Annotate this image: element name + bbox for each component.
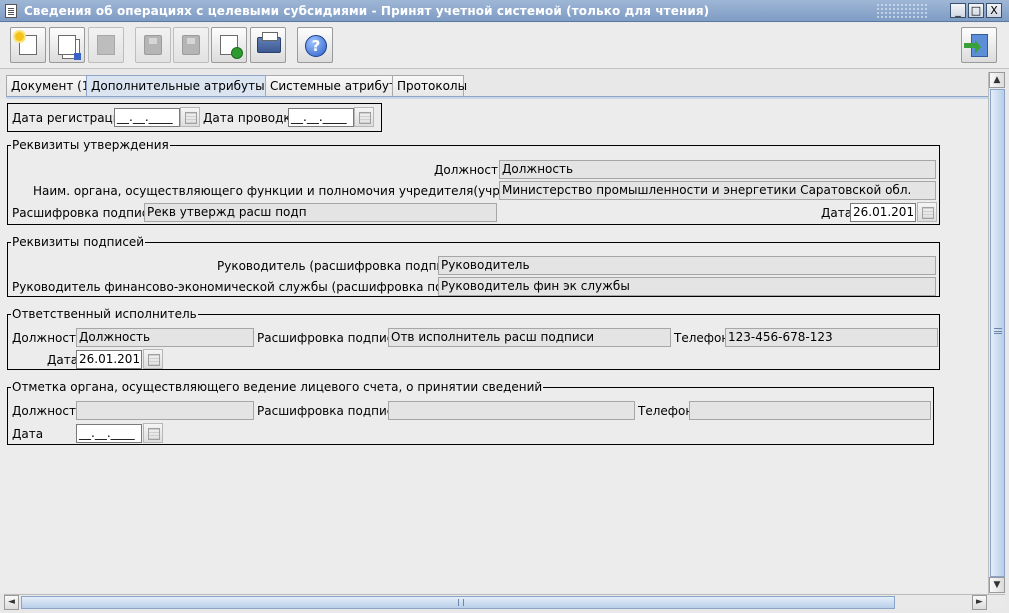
check-document-button[interactable]	[211, 27, 247, 63]
tab-additional-attributes[interactable]: Дополнительные атрибуты (2)	[86, 75, 285, 97]
posting-date-calendar-icon[interactable]	[354, 107, 374, 127]
scroll-right-button[interactable]: ►	[972, 595, 987, 610]
signatures-legend: Реквизиты подписей	[11, 235, 146, 249]
approval-date-calendar-icon[interactable]	[917, 202, 937, 222]
maximize-button[interactable]: □	[968, 3, 984, 18]
account-phone-field[interactable]	[689, 401, 931, 420]
save-close-button[interactable]	[173, 27, 209, 63]
approval-date-label: Дата	[821, 206, 853, 220]
executor-date-label: Дата	[47, 353, 79, 367]
reg-date-calendar-icon[interactable]	[180, 107, 200, 127]
horizontal-grip-icon	[458, 599, 464, 606]
approval-org-label: Наим. органа, осуществляющего функции и …	[33, 184, 562, 198]
tab-document[interactable]: Документ (1)	[6, 75, 94, 97]
account-position-field[interactable]	[76, 401, 254, 420]
approval-date-input[interactable]: 26.01.2012	[850, 203, 916, 222]
account-date-label: Дата	[12, 427, 44, 441]
form-content: Дата регистрации __.__.____ Дата проводк…	[0, 99, 988, 593]
account-signature-field[interactable]	[388, 401, 635, 420]
duplicate-button[interactable]	[88, 27, 124, 63]
executor-position-label: Должность	[12, 331, 84, 345]
executor-signature-field[interactable]: Отв исполнитель расш подписи	[388, 328, 671, 347]
new-document-icon	[15, 32, 37, 55]
exit-icon	[964, 34, 988, 57]
check-document-icon	[220, 35, 243, 59]
minimize-button[interactable]: _	[950, 3, 966, 18]
posting-date-label: Дата проводки	[203, 111, 299, 125]
save-icon	[144, 35, 162, 55]
account-position-label: Должность	[12, 404, 84, 418]
titlebar-texture	[876, 3, 928, 19]
account-mark-legend: Отметка органа, осуществляющего ведение …	[11, 380, 544, 394]
exit-button[interactable]	[961, 27, 997, 63]
reg-date-input[interactable]: __.__.____	[114, 108, 180, 127]
toolbar: ?	[0, 23, 1009, 69]
print-button[interactable]	[250, 27, 286, 63]
approval-signature-field[interactable]: Рекв утвержд расш подп	[144, 203, 497, 222]
help-button[interactable]: ?	[297, 27, 333, 63]
window-title: Сведения об операциях с целевыми субсиди…	[24, 4, 710, 18]
approval-group: Реквизиты утверждения Должность Должност…	[7, 138, 940, 225]
executor-phone-field[interactable]: 123-456-678-123	[725, 328, 938, 347]
vertical-grip-icon	[994, 328, 1002, 334]
executor-legend: Ответственный исполнитель	[11, 307, 198, 321]
scroll-left-button[interactable]: ◄	[4, 595, 19, 610]
approval-position-field[interactable]: Должность	[499, 160, 936, 179]
fin-signature-label: Руководитель финансово-экономической слу…	[12, 280, 486, 294]
window-titlebar: Сведения об операциях с целевыми субсиди…	[0, 0, 1009, 22]
approval-legend: Реквизиты утверждения	[11, 138, 170, 152]
head-signature-label: Руководитель (расшифровка подписи)	[217, 259, 464, 273]
copy-document-icon	[58, 35, 81, 60]
account-signature-label: Расшифровка подписи	[257, 404, 402, 418]
new-document-button[interactable]	[10, 27, 46, 63]
executor-group: Ответственный исполнитель Должность Долж…	[7, 307, 940, 370]
scroll-up-button[interactable]: ▲	[989, 72, 1005, 88]
account-date-calendar-icon[interactable]	[143, 423, 163, 443]
executor-position-field[interactable]: Должность	[76, 328, 254, 347]
approval-signature-label: Расшифровка подписи	[12, 206, 157, 220]
save-close-icon	[182, 35, 200, 55]
approval-position-label: Должность	[434, 163, 506, 177]
account-date-input[interactable]: __.__.____	[76, 424, 142, 443]
tab-system-attributes[interactable]: Системные атрибуты	[265, 75, 405, 97]
dates-panel: Дата регистрации __.__.____ Дата проводк…	[7, 103, 382, 132]
executor-date-input[interactable]: 26.01.2012	[76, 350, 142, 369]
horizontal-scroll-thumb[interactable]	[21, 596, 895, 609]
executor-date-calendar-icon[interactable]	[143, 349, 163, 369]
duplicate-icon	[97, 35, 115, 55]
horizontal-scrollbar[interactable]: ◄ ►	[4, 594, 1005, 610]
approval-org-field[interactable]: Министерство промышленности и энергетики…	[499, 181, 936, 200]
vertical-scroll-thumb[interactable]	[990, 89, 1005, 577]
account-phone-label: Телефон	[638, 404, 694, 418]
executor-phone-label: Телефон	[674, 331, 730, 345]
save-button[interactable]	[135, 27, 171, 63]
reg-date-label: Дата регистрации	[12, 111, 129, 125]
tab-protocols[interactable]: Протоколы	[392, 75, 467, 97]
posting-date-input[interactable]: __.__.____	[288, 108, 354, 127]
head-signature-field[interactable]: Руководитель	[438, 256, 936, 275]
copy-document-button[interactable]	[49, 27, 85, 63]
close-button[interactable]: X	[986, 3, 1002, 18]
document-icon	[5, 4, 17, 18]
scroll-down-button[interactable]: ▼	[989, 577, 1005, 593]
executor-signature-label: Расшифровка подписи	[257, 331, 402, 345]
fin-signature-field[interactable]: Руководитель фин эк службы	[438, 277, 936, 296]
account-mark-group: Отметка органа, осуществляющего ведение …	[7, 380, 934, 445]
signatures-group: Реквизиты подписей Руководитель (расшифр…	[7, 235, 940, 297]
printer-icon	[257, 32, 281, 53]
help-icon: ?	[305, 35, 327, 57]
vertical-scrollbar[interactable]: ▲ ▼	[988, 72, 1005, 594]
